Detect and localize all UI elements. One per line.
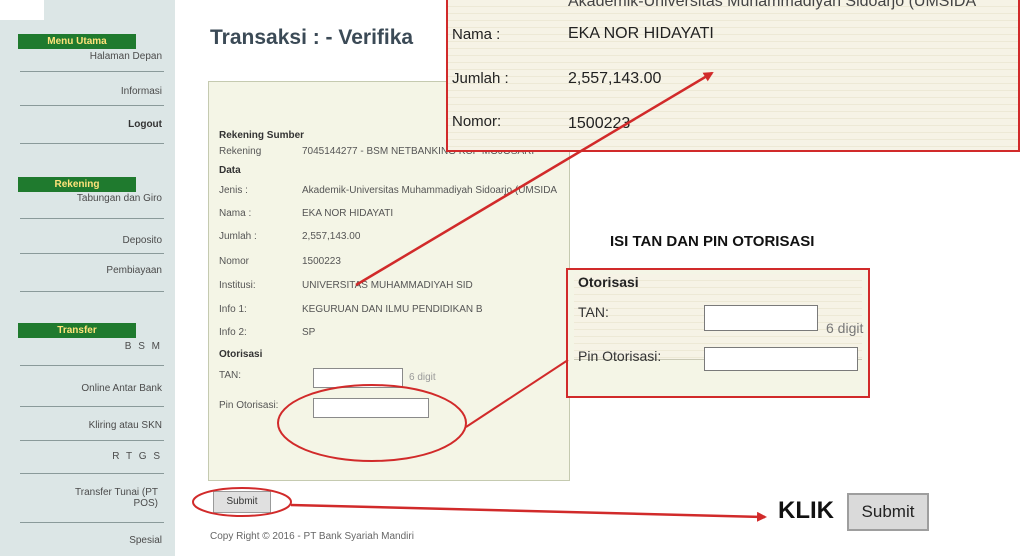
sidebar-item-transfer-tunai[interactable]: Transfer Tunai (PT POS)	[20, 487, 160, 509]
sidebar-corner	[0, 0, 44, 20]
callout-heading: ISI TAN DAN PIN OTORISASI	[610, 233, 815, 250]
zoom-value-jumlah: 2,557,143.00	[568, 70, 662, 87]
sidebar-item-informasi[interactable]: Informasi	[20, 86, 164, 97]
sidebar-item-spesial[interactable]: Spesial	[20, 535, 164, 546]
otorisasi-zoom-box: Otorisasi TAN: 6 digit Pin Otorisasi:	[566, 268, 870, 398]
sidebar-item-deposito[interactable]: Deposito	[20, 235, 164, 246]
otorisasi-zoom-pin-label: Pin Otorisasi:	[578, 348, 662, 364]
sidebar-divider	[20, 365, 164, 366]
zoom-jenis-value: Akademik-Universitas Muhammadiyah Sidoar…	[568, 0, 977, 10]
field-label-rekening: Rekening	[219, 146, 262, 157]
field-label-info2: Info 2:	[219, 327, 247, 338]
field-label-jumlah: Jumlah :	[219, 231, 257, 242]
arrow-to-klik	[290, 503, 767, 522]
sidebar-divider	[20, 71, 164, 72]
field-value-nomor: 1500223	[302, 256, 341, 267]
sidebar-divider	[20, 218, 164, 219]
copyright-text: Copy Right © 2016 - PT Bank Syariah Mand…	[210, 531, 414, 542]
submit-button[interactable]: Submit	[213, 491, 271, 513]
sidebar-divider	[20, 406, 164, 407]
otorisasi-zoom-tan-input[interactable]	[704, 305, 818, 331]
field-label-jenis: Jenis :	[219, 185, 248, 196]
field-value-info2: SP	[302, 327, 316, 338]
sidebar-divider	[20, 291, 164, 292]
zoom-data-callout: Akademik-Universitas Muhammadiyah Sidoar…	[446, 0, 1020, 152]
section-rekening-sumber: Rekening Sumber	[219, 130, 305, 141]
sidebar-divider	[20, 253, 164, 254]
field-label-institusi: Institusi:	[219, 280, 256, 291]
sidebar-header-transfer: Transfer	[18, 323, 136, 338]
sidebar-header-rekening: Rekening	[18, 177, 136, 192]
section-otorisasi: Otorisasi	[219, 349, 263, 360]
section-data: Data	[219, 165, 241, 176]
sidebar-divider	[20, 143, 164, 144]
field-label-pin: Pin Otorisasi:	[219, 400, 279, 411]
field-label-nomor: Nomor	[219, 256, 250, 267]
sidebar-item-tabungan-giro[interactable]: Tabungan dan Giro	[20, 193, 164, 204]
sidebar-item-pembiayaan[interactable]: Pembiayaan	[20, 265, 164, 276]
field-label-tan: TAN:	[219, 370, 242, 381]
sidebar-item-rtgs[interactable]: R T G S	[20, 451, 164, 462]
sidebar-item-online-antar-bank[interactable]: Online Antar Bank	[20, 383, 164, 394]
sidebar-item-logout[interactable]: Logout	[20, 119, 164, 130]
field-value-jumlah: 2,557,143.00	[302, 231, 361, 242]
sidebar-header-menu-utama: Menu Utama	[18, 34, 136, 49]
sidebar-item-kliring-skn[interactable]: Kliring atau SKN	[20, 420, 164, 431]
field-value-institusi: UNIVERSITAS MUHAMMADIYAH SID	[302, 280, 473, 291]
field-label-nama: Nama :	[219, 208, 252, 219]
zoom-label-nomor: Nomor:	[452, 113, 502, 130]
sidebar-item-bsm[interactable]: B S M	[20, 341, 164, 352]
sidebar-divider	[20, 522, 164, 523]
field-value-nama: EKA NOR HIDAYATI	[302, 208, 394, 219]
page-title: Transaksi : - Verifika	[210, 26, 414, 49]
otorisasi-zoom-pin-input[interactable]	[704, 347, 858, 371]
sidebar-divider	[20, 473, 164, 474]
otorisasi-zoom-heading: Otorisasi	[578, 274, 639, 290]
sidebar: Menu Utama Halaman Depan Informasi Logou…	[0, 0, 175, 556]
field-value-info1: KEGURUAN DAN ILMU PENDIDIKAN B	[302, 304, 483, 315]
submit-button-zoom[interactable]: Submit	[847, 493, 929, 531]
zoom-value-nomor: 1500223	[568, 115, 631, 132]
zoom-label-jumlah: Jumlah :	[452, 70, 509, 87]
field-label-info1: Info 1:	[219, 304, 247, 315]
otorisasi-zoom-tan-label: TAN:	[578, 304, 609, 320]
pin-input[interactable]	[313, 398, 429, 418]
field-value-jenis: Akademik-Universitas Muhammadiyah Sidoar…	[302, 185, 558, 196]
sidebar-divider	[20, 105, 164, 106]
sidebar-divider	[20, 440, 164, 441]
tan-input[interactable]	[313, 368, 403, 388]
zoom-label-nama: Nama :	[452, 26, 501, 43]
zoom-value-nama: EKA NOR HIDAYATI	[568, 25, 714, 42]
sidebar-item-halaman-depan[interactable]: Halaman Depan	[20, 51, 164, 62]
tan-digit-hint: 6 digit	[409, 372, 436, 383]
otorisasi-zoom-digit-hint: 6 digit	[826, 320, 864, 336]
klik-label: KLIK	[778, 497, 834, 524]
